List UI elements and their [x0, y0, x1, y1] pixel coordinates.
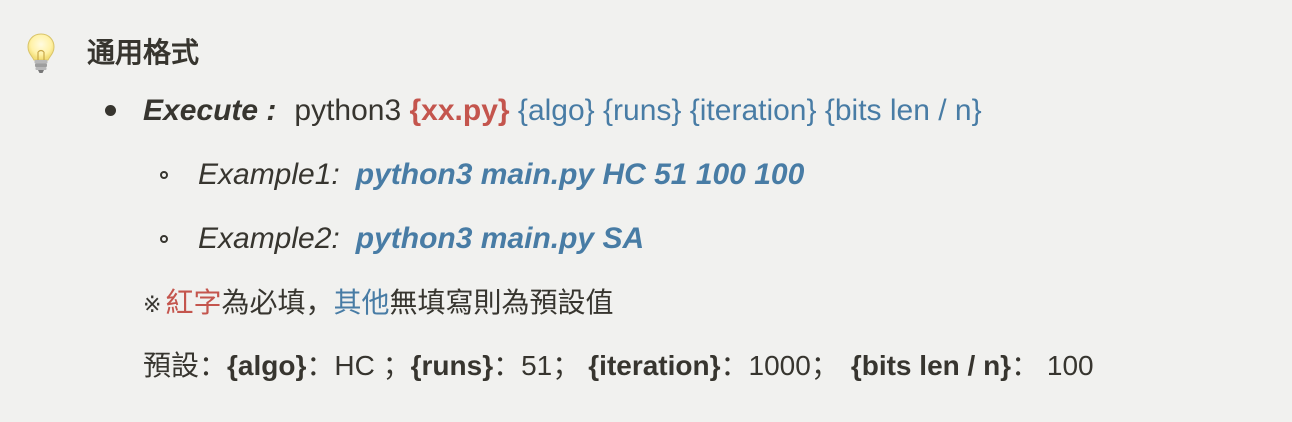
- defaults-line: 預設：{algo}：HC ；{runs}：51； {iteration}：1000…: [143, 346, 1094, 386]
- note-required-text: 紅字: [165, 287, 222, 318]
- example-2-line: Example2: python3 main.py SA: [198, 219, 644, 259]
- example-1-label: Example1:: [198, 158, 340, 191]
- note-mark: ※: [143, 292, 162, 317]
- defaults-prefix: 預設：: [143, 350, 228, 381]
- execute-line: Execute : python3 {xx.py} {algo} {runs} {…: [143, 91, 982, 131]
- example-2-command: python3 main.py SA: [355, 222, 645, 255]
- default-value-runs: 51；: [521, 350, 581, 381]
- default-key-bits: {bits len / n}: [850, 350, 1012, 381]
- execute-command: python3: [294, 94, 402, 127]
- bullet-disc: [105, 105, 116, 116]
- callout-block: 通用格式 Execute : python3 {xx.py} {algo} {ru…: [0, 0, 1292, 422]
- callout-title: 通用格式: [87, 37, 200, 68]
- example-1-line: Example1: python3 main.py HC 51 100 100: [198, 155, 804, 195]
- default-key-algo: {algo}: [227, 350, 307, 381]
- default-key-runs: {runs}: [410, 350, 494, 381]
- note-text-1: 為必填，: [221, 287, 334, 318]
- example-2-label: Example2:: [198, 222, 340, 255]
- default-value-iteration: 1000；: [748, 350, 839, 381]
- bullet-circle: [160, 235, 168, 243]
- note-text-2: 無填寫則為預設值: [389, 287, 614, 318]
- required-arg: {xx.py}: [409, 94, 510, 127]
- default-sep: ：: [1011, 350, 1040, 381]
- default-sep: ：: [493, 350, 522, 381]
- optional-args: {algo} {runs} {iteration} {bits len / n}: [517, 94, 982, 127]
- bullet-circle: [160, 171, 168, 179]
- example-1-command: python3 main.py HC 51 100 100: [355, 158, 805, 191]
- default-value-bits: 100: [1039, 350, 1094, 381]
- note-line: ※ 紅字為必填，其他無填寫則為預設值: [143, 283, 614, 325]
- default-sep: ：: [306, 350, 335, 381]
- default-value-algo: HC ；: [334, 350, 411, 381]
- lightbulb-icon: [27, 33, 55, 73]
- default-key-iteration: {iteration}: [588, 350, 721, 381]
- execute-label: Execute :: [143, 94, 277, 127]
- note-optional-text: 其他: [333, 287, 390, 318]
- default-sep: ：: [720, 350, 749, 381]
